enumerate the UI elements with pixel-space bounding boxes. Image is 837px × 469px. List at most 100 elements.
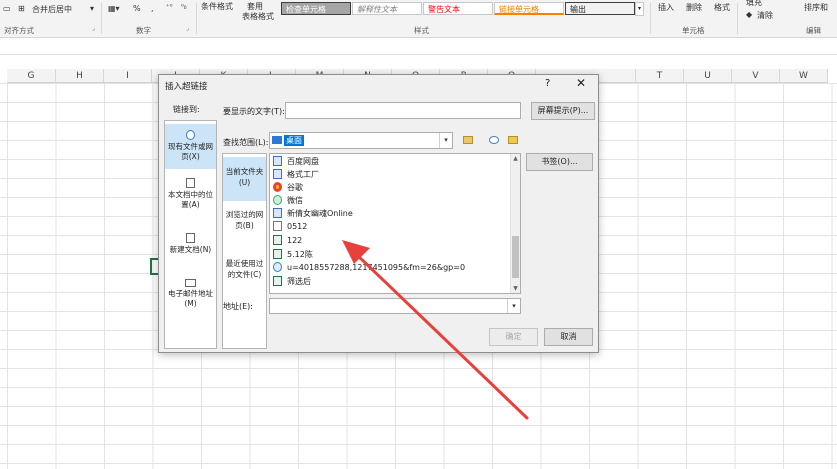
group-divider	[101, 3, 102, 34]
percent-button[interactable]: %	[133, 4, 141, 13]
email-icon	[185, 279, 196, 287]
style-check-cell[interactable]: 检查单元格	[281, 2, 351, 15]
document-icon	[273, 221, 282, 231]
globe-icon	[186, 130, 195, 140]
style-explanatory-text[interactable]: 解释性文本	[352, 2, 422, 15]
column-header[interactable]: U	[684, 69, 732, 83]
column-header[interactable]: V	[732, 69, 780, 83]
delete-button[interactable]: 删除	[686, 2, 702, 13]
chevron-down-icon[interactable]: ▾	[439, 133, 452, 148]
list-item[interactable]: 谷歌	[273, 181, 303, 194]
bookmark-button[interactable]: 书签(O)...	[526, 153, 593, 171]
close-button[interactable]: ✕	[576, 76, 586, 90]
screentip-button[interactable]: 屏幕提示(P)...	[531, 102, 595, 120]
file-list-scrollbar[interactable]: ▲ ▼	[510, 154, 520, 293]
list-item[interactable]: 百度网盘	[273, 155, 319, 168]
conditional-format-button[interactable]: 条件格式	[201, 1, 233, 12]
browse-file-button[interactable]	[504, 132, 520, 147]
column-header[interactable]: T	[636, 69, 684, 83]
list-item[interactable]: 新倩女幽魂Online	[273, 207, 353, 220]
style-output[interactable]: 输出	[565, 2, 635, 15]
styles-more-icon[interactable]: ▾	[635, 2, 644, 16]
group-label-styles: 样式	[414, 26, 429, 35]
style-linked-cell[interactable]: 链接单元格	[494, 2, 564, 15]
excel-file-icon	[273, 235, 282, 245]
column-header[interactable]: G	[7, 69, 56, 83]
column-header[interactable]: H	[56, 69, 104, 83]
link-email-address[interactable]: 电子邮件地址(M)	[165, 279, 216, 313]
current-folder-tab[interactable]: 当前文件夹(U)	[223, 157, 266, 201]
list-item[interactable]: 筛选后	[273, 275, 311, 288]
help-button[interactable]: ?	[545, 78, 550, 89]
address-label: 地址(E):	[223, 302, 253, 311]
shortcut-icon	[273, 156, 282, 166]
cancel-button[interactable]: 取消	[544, 328, 593, 346]
wrap-text-icon[interactable]: ▭	[3, 4, 11, 13]
comma-button[interactable]: ,	[151, 4, 154, 13]
chevron-down-icon[interactable]: ▾	[507, 299, 520, 313]
display-text-input[interactable]	[285, 102, 521, 119]
list-item[interactable]: 122	[273, 234, 302, 247]
link-to-label: 链接到:	[173, 105, 200, 114]
fill-button[interactable]: 填充	[746, 0, 762, 8]
merge-center-icon: ⊞	[18, 4, 25, 13]
look-in-dropdown[interactable]: 桌面 ▾	[269, 132, 453, 149]
merge-center-button[interactable]: 合并后居中	[32, 4, 72, 15]
desktop-icon	[272, 136, 282, 144]
accounting-format-icon[interactable]: ▦▾	[108, 4, 120, 13]
insert-hyperlink-dialog: 插入超链接 ? ✕ 链接到: 现有文件或网页(X) 本文档中的位置(A) 新建文…	[158, 74, 599, 353]
scroll-thumb[interactable]	[512, 236, 519, 278]
excel-file-icon	[273, 276, 282, 286]
folder-web-icon	[463, 136, 473, 144]
table-format-button[interactable]: 表格格式	[242, 11, 274, 22]
merge-dropdown-icon[interactable]: ▾	[90, 4, 94, 13]
display-text-label: 要显示的文字(T):	[223, 107, 285, 116]
look-in-label: 查找范围(L):	[223, 138, 269, 147]
dialog-launcher-icon[interactable]: ⌟	[186, 25, 189, 32]
file-list[interactable]: 百度网盘 格式工厂 谷歌 微信 新倩女幽魂Online 0512 122 5.1…	[269, 153, 521, 294]
scroll-down-icon[interactable]: ▼	[511, 284, 520, 293]
list-item[interactable]: 微信	[273, 194, 303, 207]
chrome-icon	[273, 182, 282, 192]
formula-bar[interactable]	[0, 39, 837, 55]
list-item[interactable]: 格式工厂	[273, 168, 319, 181]
link-to-pane: 现有文件或网页(X) 本文档中的位置(A) 新建文档(N) 电子邮件地址(M)	[164, 120, 217, 349]
sort-filter-button[interactable]: 排序和	[804, 2, 828, 13]
link-place-in-document[interactable]: 本文档中的位置(A)	[165, 178, 216, 220]
dialog-launcher-icon[interactable]: ⌟	[92, 25, 95, 32]
list-item[interactable]: 5.12陈	[273, 248, 313, 261]
browse-pane: 当前文件夹(U) 浏览过的网页(B) 最近使用过的文件(C)	[222, 153, 267, 349]
search-icon	[489, 136, 499, 144]
link-new-document-label: 新建文档(N)	[169, 245, 212, 254]
browse-web-button[interactable]	[459, 132, 475, 147]
search-web-button[interactable]	[485, 132, 501, 147]
link-existing-file-label: 现有文件或网页(X)	[168, 142, 213, 161]
ribbon: ▭ ⊞ 合并后居中 ▾ ▦▾ % , ⁺⁰ ⁰₀ 条件格式 套用 表格格式 检查…	[0, 0, 837, 38]
recent-files-tab[interactable]: 最近使用过的文件(C)	[223, 258, 266, 288]
browsed-pages-tab[interactable]: 浏览过的网页(B)	[223, 209, 266, 239]
link-new-document[interactable]: 新建文档(N)	[165, 233, 216, 263]
increase-decimal-icon[interactable]: ⁺⁰	[166, 3, 173, 11]
column-header[interactable]: I	[104, 69, 152, 83]
group-label-editing: 编辑	[806, 26, 821, 35]
address-input[interactable]: ▾	[269, 298, 521, 314]
ok-button[interactable]: 确定	[489, 328, 538, 346]
column-header[interactable]: W	[780, 69, 828, 83]
group-divider	[650, 3, 651, 34]
scroll-up-icon[interactable]: ▲	[511, 154, 520, 163]
group-label-alignment: 对齐方式	[4, 26, 34, 35]
document-place-icon	[186, 178, 195, 188]
style-warning-text[interactable]: 警告文本	[423, 2, 493, 15]
link-existing-file[interactable]: 现有文件或网页(X)	[165, 124, 216, 169]
list-item[interactable]: u=4018557288,1217451095&fm=26&gp=0	[273, 261, 465, 274]
folder-icon	[508, 136, 518, 144]
game-shortcut-icon	[273, 208, 282, 218]
look-in-value: 桌面	[284, 135, 304, 146]
insert-button[interactable]: 插入	[658, 2, 674, 13]
decrease-decimal-icon[interactable]: ⁰₀	[181, 3, 187, 11]
clear-button[interactable]: 清除	[757, 10, 773, 21]
group-label-cells: 单元格	[682, 26, 705, 35]
format-button[interactable]: 格式	[714, 2, 730, 13]
eraser-icon: ◆	[746, 10, 753, 19]
list-item[interactable]: 0512	[273, 220, 307, 233]
